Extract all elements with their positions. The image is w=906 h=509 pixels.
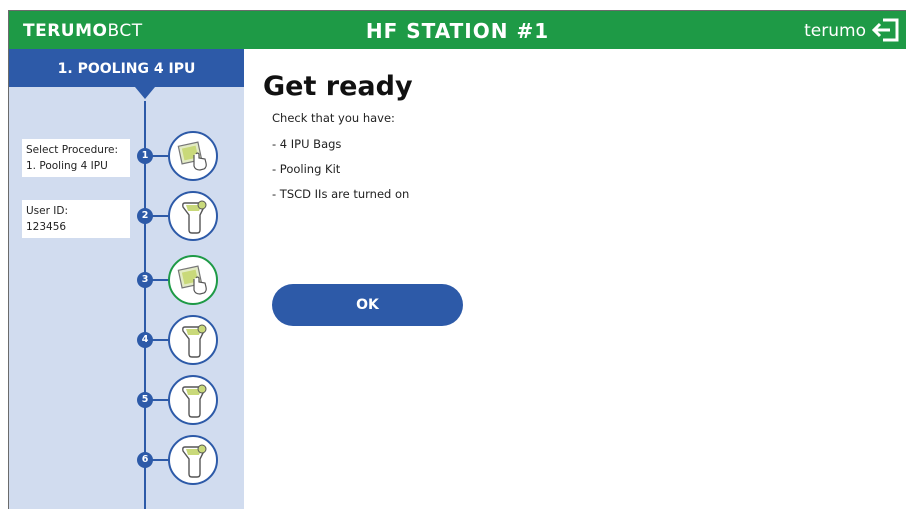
step-4-node[interactable]: [168, 315, 218, 365]
checklist: - 4 IPU Bags - Pooling Kit - TSCD IIs ar…: [272, 137, 409, 212]
step-number-6: 6: [137, 452, 153, 468]
touch-screen-icon: [177, 141, 207, 171]
user-name: terumo: [804, 21, 866, 41]
step-number-2: 2: [137, 208, 153, 224]
step-number-3: 3: [137, 272, 153, 288]
user-id-label: User ID:: [26, 205, 68, 217]
page-title: Get ready: [263, 71, 413, 102]
user-id-value: 123456: [26, 221, 67, 233]
ok-button[interactable]: OK: [272, 284, 463, 326]
exit-icon[interactable]: [871, 17, 900, 43]
procedure-card: Select Procedure: 1. Pooling 4 IPU: [22, 139, 130, 177]
workflow-sidebar: 1. POOLING 4 IPU Select Procedure: 1. Po…: [9, 49, 254, 509]
step-5-node[interactable]: [168, 375, 218, 425]
step-3-node[interactable]: [168, 255, 218, 305]
step-title-arrow: [135, 87, 155, 99]
current-step-title: 1. POOLING 4 IPU: [9, 49, 244, 87]
user-id-card: User ID: 123456: [22, 200, 130, 238]
barcode-scanner-icon: [182, 324, 207, 358]
main-panel: Get ready Check that you have: - 4 IPU B…: [244, 49, 906, 509]
touch-screen-icon: [177, 265, 207, 295]
step-6-node[interactable]: [168, 435, 218, 485]
barcode-scanner-icon: [182, 444, 207, 478]
step-1-node[interactable]: [168, 131, 218, 181]
checklist-item: - 4 IPU Bags: [272, 137, 342, 151]
station-title: HF STATION #1: [365, 19, 550, 43]
checklist-intro: Check that you have:: [272, 111, 395, 125]
step-number-5: 5: [137, 392, 153, 408]
barcode-scanner-icon: [182, 384, 207, 418]
procedure-label: Select Procedure:: [26, 144, 119, 156]
checklist-item: - TSCD IIs are turned on: [272, 187, 410, 201]
step-number-4: 4: [137, 332, 153, 348]
step-number-1: 1: [137, 148, 153, 164]
procedure-value: 1. Pooling 4 IPU: [26, 160, 108, 172]
step-2-node[interactable]: [168, 191, 218, 241]
checklist-item: - Pooling Kit: [272, 162, 341, 176]
barcode-scanner-icon: [182, 200, 207, 234]
app-header: TERUMOBCT HF STATION #1 terumo: [9, 11, 906, 49]
